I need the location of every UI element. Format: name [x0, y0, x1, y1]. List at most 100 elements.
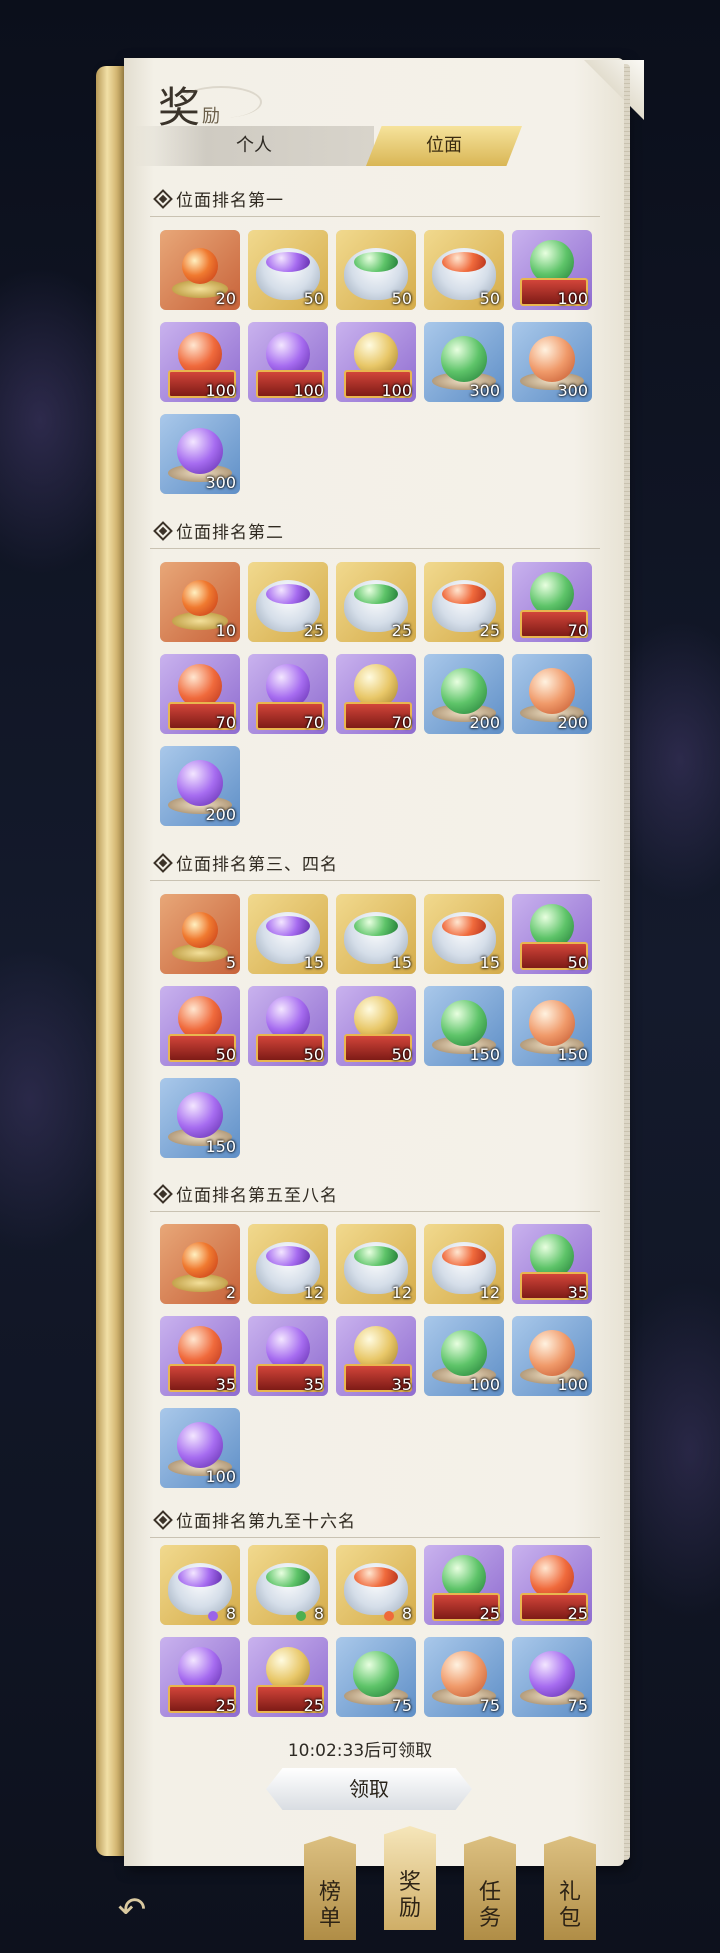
reward-item[interactable]: 10: [160, 562, 240, 642]
reward-item[interactable]: 75: [336, 1637, 416, 1717]
reward-item[interactable]: 15: [424, 894, 504, 974]
reward-item[interactable]: 12: [336, 1224, 416, 1304]
reward-item[interactable]: 15: [336, 894, 416, 974]
item-count: 15: [391, 953, 412, 972]
reward-item[interactable]: 150: [512, 986, 592, 1066]
reward-item[interactable]: 15: [248, 894, 328, 974]
reward-item[interactable]: 35: [336, 1316, 416, 1396]
back-arrow-icon[interactable]: ↶: [112, 1890, 152, 1930]
spirit-orb-icon: [529, 1000, 575, 1046]
item-count: 100: [469, 1375, 500, 1394]
reward-item[interactable]: 70: [336, 654, 416, 734]
bottom-tab-gift-label-1: 礼: [558, 1880, 581, 1905]
bottom-tab-reward[interactable]: 奖励: [384, 1826, 436, 1930]
item-count: 300: [469, 381, 500, 400]
reward-item[interactable]: 300: [424, 322, 504, 402]
pot-orbs-icon: [266, 1567, 310, 1587]
tab-plane[interactable]: 位面: [366, 126, 522, 166]
reward-item[interactable]: 35: [160, 1316, 240, 1396]
flame-orb-icon: [182, 248, 218, 284]
item-count: 50: [391, 1045, 412, 1064]
item-count: 15: [303, 953, 324, 972]
item-count: 15: [479, 953, 500, 972]
reward-item[interactable]: 200: [512, 654, 592, 734]
pot-orbs-icon: [354, 1246, 398, 1266]
reward-item[interactable]: 8: [160, 1545, 240, 1625]
reward-item[interactable]: 2: [160, 1224, 240, 1304]
item-count: 50: [567, 953, 588, 972]
reward-item[interactable]: 70: [160, 654, 240, 734]
reward-item[interactable]: 25: [424, 562, 504, 642]
pot-orbs-icon: [354, 1567, 398, 1587]
pot-orbs-icon: [442, 584, 486, 604]
reward-item[interactable]: 12: [424, 1224, 504, 1304]
pot-orbs-icon: [178, 1567, 222, 1587]
reward-item[interactable]: 50: [336, 986, 416, 1066]
spirit-orb-icon: [441, 1330, 487, 1376]
reward-item[interactable]: 70: [512, 562, 592, 642]
reward-item[interactable]: 25: [160, 1637, 240, 1717]
reward-item[interactable]: 200: [424, 654, 504, 734]
reward-item[interactable]: 20: [160, 230, 240, 310]
item-count: 100: [293, 381, 324, 400]
reward-item[interactable]: 50: [248, 986, 328, 1066]
item-count: 300: [205, 473, 236, 492]
reward-item[interactable]: 300: [160, 414, 240, 494]
reward-item[interactable]: 8: [336, 1545, 416, 1625]
reward-item[interactable]: 35: [512, 1224, 592, 1304]
reward-item[interactable]: 25: [248, 1637, 328, 1717]
reward-item[interactable]: 70: [248, 654, 328, 734]
reward-item[interactable]: 100: [248, 322, 328, 402]
diamond-bullet-icon: [153, 1510, 173, 1530]
reward-item[interactable]: 5: [160, 894, 240, 974]
reward-item[interactable]: 300: [512, 322, 592, 402]
bottom-tab-gift[interactable]: 礼包: [544, 1836, 596, 1940]
item-count: 75: [567, 1696, 588, 1715]
tab-personal[interactable]: 个人: [134, 126, 374, 166]
item-count: 200: [469, 713, 500, 732]
spirit-orb-icon: [529, 1330, 575, 1376]
reward-item[interactable]: 25: [248, 562, 328, 642]
bottom-tab-ranking[interactable]: 榜单: [304, 1836, 356, 1940]
item-count: 8: [401, 1604, 412, 1623]
item-count: 100: [381, 381, 412, 400]
bottom-tab-task[interactable]: 任务: [464, 1836, 516, 1940]
reward-item[interactable]: 200: [160, 746, 240, 826]
reward-item[interactable]: 150: [424, 986, 504, 1066]
reward-item[interactable]: 50: [248, 230, 328, 310]
reward-item[interactable]: 50: [160, 986, 240, 1066]
item-count: 75: [479, 1696, 500, 1715]
reward-item[interactable]: 25: [336, 562, 416, 642]
claim-button[interactable]: 领取: [266, 1768, 472, 1810]
reward-item[interactable]: 50: [336, 230, 416, 310]
reward-item[interactable]: 100: [160, 322, 240, 402]
item-count: 200: [205, 805, 236, 824]
bottom-tab-ranking-label-2: 单: [318, 1906, 341, 1931]
reward-item[interactable]: 100: [512, 230, 592, 310]
reward-item[interactable]: 100: [512, 1316, 592, 1396]
reward-item[interactable]: 100: [160, 1408, 240, 1488]
section-divider: [150, 1211, 600, 1212]
tab-bar: 个人 位面: [134, 126, 522, 166]
reward-item[interactable]: 100: [424, 1316, 504, 1396]
item-count: 75: [391, 1696, 412, 1715]
reward-item[interactable]: 35: [248, 1316, 328, 1396]
reward-item[interactable]: 12: [248, 1224, 328, 1304]
reward-item[interactable]: 8: [248, 1545, 328, 1625]
section-header: 位面排名第九至十六名: [150, 1507, 600, 1538]
reward-item[interactable]: 50: [512, 894, 592, 974]
item-count: 100: [557, 289, 588, 308]
reward-item[interactable]: 100: [336, 322, 416, 402]
pot-orbs-icon: [354, 584, 398, 604]
bottom-tab-task-label-2: 务: [478, 1906, 501, 1931]
reward-item[interactable]: 75: [512, 1637, 592, 1717]
item-count: 100: [205, 1467, 236, 1486]
reward-item[interactable]: 150: [160, 1078, 240, 1158]
reward-item[interactable]: 75: [424, 1637, 504, 1717]
reward-item[interactable]: 25: [512, 1545, 592, 1625]
bottom-tab-gift-label-2: 包: [558, 1906, 581, 1931]
flame-orb-icon: [182, 912, 218, 948]
reward-item[interactable]: 50: [424, 230, 504, 310]
reward-item[interactable]: 25: [424, 1545, 504, 1625]
item-count: 50: [479, 289, 500, 308]
